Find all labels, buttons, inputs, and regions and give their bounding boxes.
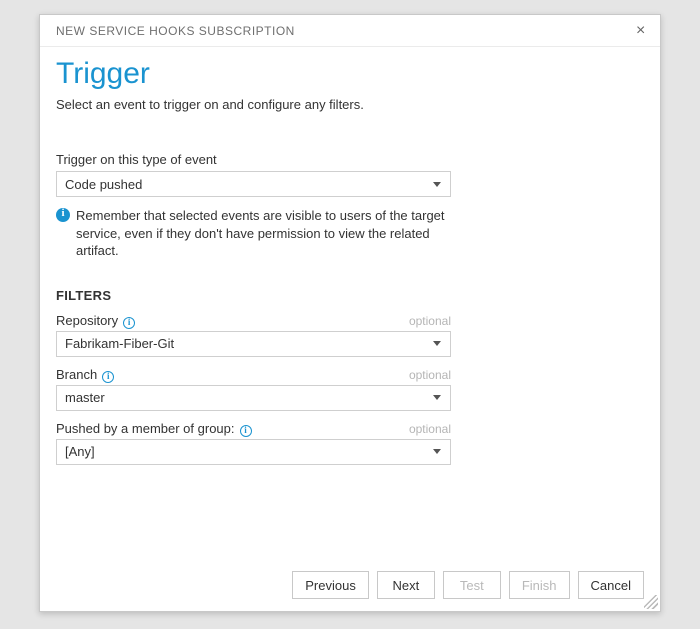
close-button[interactable]: × — [630, 21, 650, 41]
cancel-button[interactable]: Cancel — [578, 571, 644, 599]
filter-label-row: Repository optional — [56, 313, 451, 328]
info-icon[interactable] — [240, 425, 252, 437]
titlebar: NEW SERVICE HOOKS SUBSCRIPTION × — [40, 15, 660, 47]
pushed-by-select[interactable]: [Any] — [56, 439, 451, 465]
filter-label-row: Branch optional — [56, 367, 451, 382]
dialog-title: NEW SERVICE HOOKS SUBSCRIPTION — [56, 24, 295, 38]
filter-repository: Repository optional Fabrikam-Fiber-Git — [56, 313, 644, 357]
chevron-down-icon — [433, 449, 441, 454]
finish-button[interactable]: Finish — [509, 571, 570, 599]
page-subtitle: Select an event to trigger on and config… — [56, 97, 644, 112]
optional-tag: optional — [409, 422, 451, 436]
info-icon[interactable] — [102, 371, 114, 383]
content: Trigger Select an event to trigger on an… — [40, 47, 660, 559]
repository-select[interactable]: Fabrikam-Fiber-Git — [56, 331, 451, 357]
close-icon: × — [636, 22, 645, 39]
chevron-down-icon — [433, 395, 441, 400]
filters-heading: FILTERS — [56, 288, 644, 303]
info-text: Remember that selected events are visibl… — [76, 207, 451, 260]
branch-value: master — [65, 390, 105, 405]
optional-tag: optional — [409, 314, 451, 328]
filter-pushed-by: Pushed by a member of group: optional [A… — [56, 421, 644, 465]
pushed-by-value: [Any] — [65, 444, 95, 459]
info-icon[interactable] — [123, 317, 135, 329]
filter-branch: Branch optional master — [56, 367, 644, 411]
filter-label-row: Pushed by a member of group: optional — [56, 421, 451, 436]
info-icon — [56, 208, 70, 222]
optional-tag: optional — [409, 368, 451, 382]
page-title: Trigger — [56, 57, 644, 91]
filter-label: Pushed by a member of group: — [56, 421, 235, 436]
trigger-type-value: Code pushed — [65, 177, 142, 192]
test-button[interactable]: Test — [443, 571, 501, 599]
filter-label: Repository — [56, 313, 118, 328]
info-callout: Remember that selected events are visibl… — [56, 207, 451, 260]
trigger-type-select[interactable]: Code pushed — [56, 171, 451, 197]
previous-button[interactable]: Previous — [292, 571, 369, 599]
trigger-label: Trigger on this type of event — [56, 152, 644, 167]
dialog: NEW SERVICE HOOKS SUBSCRIPTION × Trigger… — [39, 14, 661, 612]
chevron-down-icon — [433, 182, 441, 187]
resize-grip-icon[interactable] — [644, 595, 658, 609]
branch-select[interactable]: master — [56, 385, 451, 411]
repository-value: Fabrikam-Fiber-Git — [65, 336, 174, 351]
next-button[interactable]: Next — [377, 571, 435, 599]
button-row: Previous Next Test Finish Cancel — [40, 559, 660, 611]
chevron-down-icon — [433, 341, 441, 346]
filter-label: Branch — [56, 367, 97, 382]
